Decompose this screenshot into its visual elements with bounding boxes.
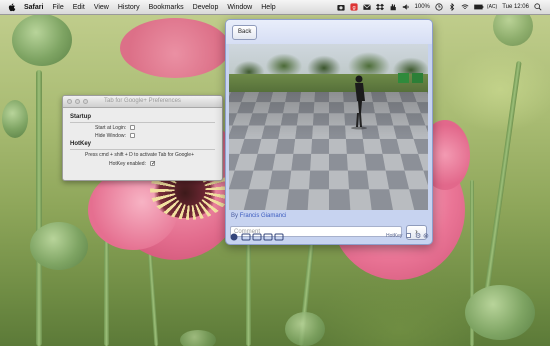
photo-byline: By Francis Giamanci	[231, 213, 286, 219]
hotkey-heading: HotKey	[70, 141, 92, 147]
hand-icon[interactable]	[389, 3, 397, 11]
startup-heading: Startup	[70, 114, 91, 120]
mail-icon[interactable]	[362, 3, 371, 11]
poppy-bud	[180, 330, 216, 346]
preferences-titlebar[interactable]: Tab for Google+ Preferences	[63, 96, 222, 108]
hide-window-label: Hide Window:	[95, 133, 126, 139]
back-button[interactable]: Back	[232, 25, 258, 40]
preferences-window: Tab for Google+ Preferences Startup Star…	[62, 95, 223, 181]
photo-green-bins	[398, 73, 423, 83]
section-divider	[70, 122, 215, 123]
menubar-clock[interactable]: Tue 12:06	[502, 4, 529, 10]
poppy-bud	[12, 14, 72, 66]
menu-edit[interactable]: Edit	[73, 4, 85, 11]
byline-prefix: By	[231, 213, 239, 219]
section-divider	[70, 149, 215, 150]
tab-for-google-plus-icon[interactable]: g	[349, 3, 358, 11]
menu-file[interactable]: File	[52, 4, 63, 11]
menu-help[interactable]: Help	[261, 4, 275, 11]
menu-view[interactable]: View	[94, 4, 109, 11]
photo-plaza-shadow	[229, 92, 428, 210]
poppy-bud	[2, 100, 28, 138]
flower-stem	[483, 60, 522, 300]
minimize-button[interactable]	[75, 99, 80, 104]
close-button[interactable]	[67, 99, 72, 104]
menu-history[interactable]: History	[118, 4, 140, 11]
author-link[interactable]: Francis Giamanci	[240, 213, 287, 219]
volume-icon[interactable]	[402, 3, 410, 11]
window-controls	[67, 99, 88, 104]
battery-status-icon: (AC)	[486, 4, 498, 10]
zoom-button[interactable]	[83, 99, 88, 104]
battery-icon[interactable]	[474, 3, 484, 11]
flower-stem	[36, 70, 42, 346]
panel-footer: HotKey ⚙ ⊗	[226, 233, 432, 244]
poppy-bud	[285, 312, 325, 346]
hotkey-enabled-label: HotKey enabled:	[109, 161, 146, 167]
preferences-window-title: Tab for Google+ Preferences	[104, 98, 181, 104]
footer-action-icons	[230, 233, 284, 241]
flower-stem	[246, 240, 251, 346]
hotkey-enabled-checkbox[interactable]: ✓	[150, 161, 156, 167]
poppy-petal	[120, 18, 230, 78]
poppy-bud	[30, 222, 88, 270]
battery-percentage: 100%	[414, 4, 430, 10]
hide-window-checkbox[interactable]	[130, 133, 135, 138]
panel-toolbar: Back	[226, 20, 432, 44]
menu-window[interactable]: Window	[227, 4, 252, 11]
menu-bookmarks[interactable]: Bookmarks	[149, 4, 184, 11]
poppy-bud	[465, 285, 535, 340]
start-at-login-label: Start at Login:	[95, 125, 127, 131]
footer-hotkey-label: HotKey	[386, 233, 403, 239]
photo-person-figure	[351, 75, 367, 130]
menu-develop[interactable]: Develop	[193, 4, 219, 11]
status-tray: g 100% (AC) Tue 12:06	[336, 0, 542, 14]
spotlight-search-icon[interactable]	[534, 3, 542, 11]
hotkey-instructions: Press cmd + shift + D to activate Tab fo…	[85, 152, 194, 158]
google-plus-tab-panel: Back By Francis Giamanci Comment › HotKe…	[225, 19, 433, 245]
dropbox-icon[interactable]	[375, 3, 384, 11]
start-at-login-checkbox[interactable]	[130, 125, 135, 130]
svg-text:g: g	[352, 5, 355, 11]
footer-hotkey-checkbox[interactable]	[406, 233, 411, 238]
gear-icon[interactable]: ⚙	[415, 232, 421, 240]
bluetooth-icon[interactable]	[448, 3, 456, 11]
close-icon[interactable]: ⊗	[423, 232, 429, 240]
menu-safari[interactable]: Safari	[24, 4, 43, 11]
time-machine-icon[interactable]	[435, 3, 443, 11]
wifi-icon[interactable]	[461, 3, 469, 11]
menu-bar: Safari File Edit View History Bookmarks …	[0, 0, 550, 15]
camera-icon[interactable]	[336, 3, 345, 11]
post-photo[interactable]	[229, 44, 428, 210]
apple-menu-icon[interactable]	[8, 2, 16, 12]
